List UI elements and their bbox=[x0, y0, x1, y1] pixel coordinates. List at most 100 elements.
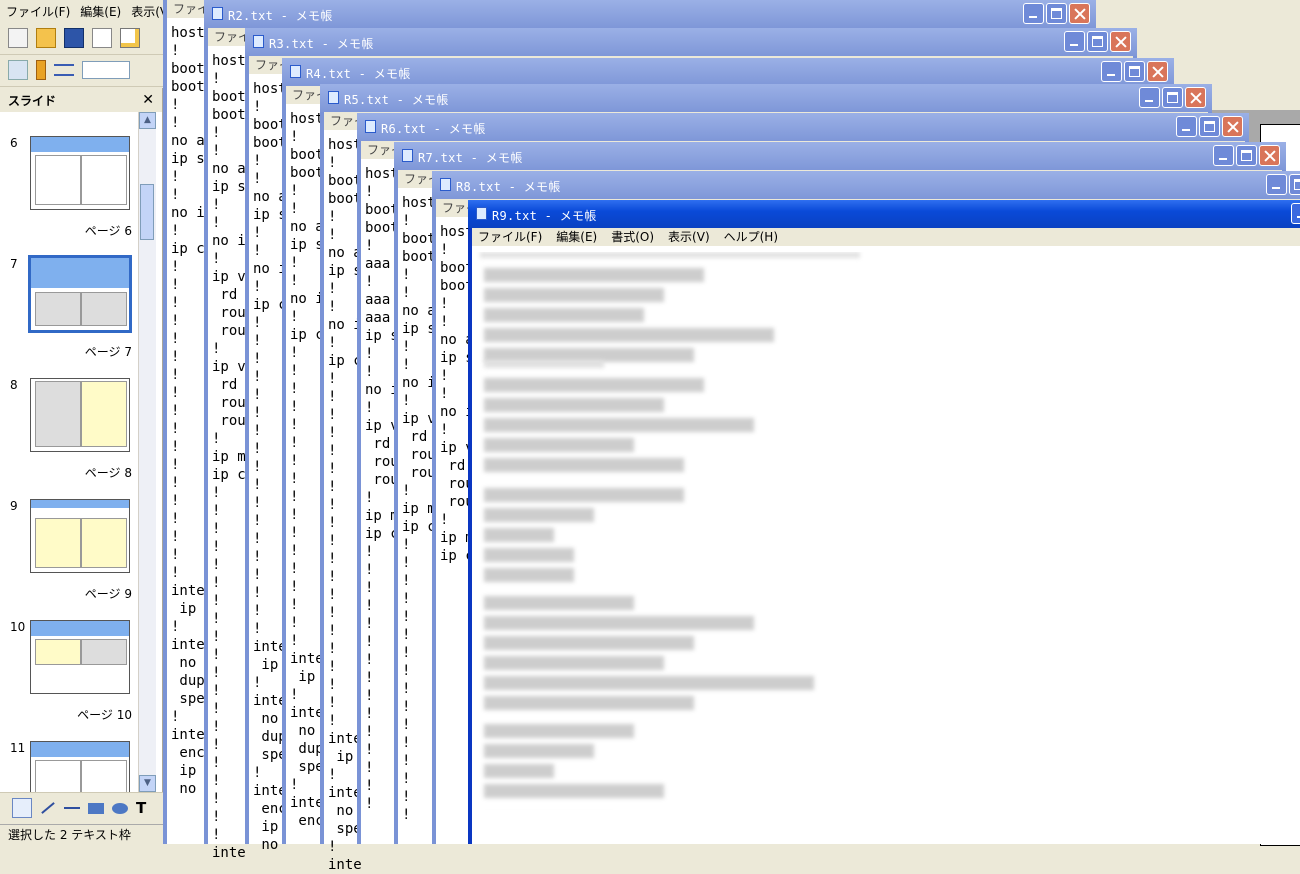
slide-item[interactable]: 10 ページ 10 bbox=[0, 620, 138, 741]
window-title: R2.txt - メモ帳 bbox=[228, 9, 333, 23]
slide-label: ページ 7 bbox=[84, 345, 132, 359]
close-icon[interactable] bbox=[1110, 31, 1131, 52]
slides-list: 6 ページ 6 7 ページ 7 8 ページ 8 9 ページ 9 10 ページ 1… bbox=[0, 112, 138, 792]
rectangle-tool-icon[interactable] bbox=[88, 802, 104, 814]
notepad-icon bbox=[290, 65, 301, 78]
scroll-down-icon[interactable]: ▼ bbox=[139, 775, 156, 792]
ellipse-tool-icon[interactable] bbox=[112, 802, 128, 814]
slide-item[interactable]: 6 ページ 6 bbox=[0, 136, 138, 257]
slide-item[interactable]: 8 ページ 8 bbox=[0, 378, 138, 499]
window-title: R3.txt - メモ帳 bbox=[269, 37, 374, 51]
standard-toolbar bbox=[0, 22, 178, 55]
notepad-text-area-blurred[interactable] bbox=[476, 252, 1300, 810]
notepad-window-r9[interactable]: R9.txt - メモ帳 ファイル(F) 編集(E) 書式(O) 表示(V) ヘ… bbox=[468, 200, 1300, 844]
slides-panel-title: スライド bbox=[8, 93, 57, 108]
maximize-icon[interactable] bbox=[1236, 145, 1257, 166]
text-tool-icon[interactable]: T bbox=[136, 799, 146, 817]
window-title: R9.txt - メモ帳 bbox=[492, 209, 597, 223]
close-icon[interactable] bbox=[1185, 87, 1206, 108]
slide-thumbnail[interactable] bbox=[28, 255, 132, 333]
maximize-icon[interactable] bbox=[1124, 61, 1145, 82]
title-bar[interactable]: R2.txt - メモ帳 bbox=[204, 0, 1096, 28]
maximize-icon[interactable] bbox=[1289, 174, 1300, 195]
slide-thumbnail[interactable] bbox=[30, 378, 130, 452]
notepad-icon bbox=[365, 120, 376, 133]
minimize-icon[interactable] bbox=[1064, 31, 1085, 52]
menu-view[interactable]: 表示(V) bbox=[668, 228, 710, 246]
maximize-icon[interactable] bbox=[1199, 116, 1220, 137]
window-title: R8.txt - メモ帳 bbox=[456, 180, 561, 194]
title-bar[interactable]: R3.txt - メモ帳 bbox=[245, 28, 1137, 56]
scroll-thumb[interactable] bbox=[140, 184, 154, 240]
title-bar[interactable]: R9.txt - メモ帳 bbox=[468, 200, 1300, 228]
window-title: R4.txt - メモ帳 bbox=[306, 67, 411, 81]
arrow-style-icon[interactable] bbox=[54, 64, 74, 76]
menu-help[interactable]: ヘルプ(H) bbox=[724, 228, 778, 246]
slide-thumbnail[interactable] bbox=[30, 741, 130, 792]
save-icon[interactable] bbox=[64, 28, 84, 48]
close-icon[interactable]: ✕ bbox=[142, 92, 154, 108]
slide-number: 8 bbox=[10, 378, 18, 392]
notepad-icon bbox=[328, 91, 339, 104]
line-tool-icon[interactable] bbox=[41, 802, 55, 814]
maximize-icon[interactable] bbox=[1087, 31, 1108, 52]
slide-label: ページ 10 bbox=[77, 708, 132, 722]
title-bar[interactable]: R4.txt - メモ帳 bbox=[282, 58, 1174, 86]
minimize-icon[interactable] bbox=[1101, 61, 1122, 82]
status-bar: 選択した 2 テキスト枠 bbox=[0, 824, 178, 845]
edit-file-icon[interactable] bbox=[120, 28, 140, 48]
menu-file[interactable]: ファイル(F) bbox=[478, 228, 542, 246]
minimize-icon[interactable] bbox=[1139, 87, 1160, 108]
arrow-tool-icon[interactable] bbox=[64, 807, 80, 809]
maximize-icon[interactable] bbox=[1162, 87, 1183, 108]
notepad-icon bbox=[476, 207, 487, 220]
title-bar[interactable]: R5.txt - メモ帳 bbox=[320, 84, 1212, 112]
minimize-icon[interactable] bbox=[1176, 116, 1197, 137]
menu-edit[interactable]: 編集(E) bbox=[556, 228, 597, 246]
select-arrow-icon[interactable] bbox=[12, 798, 32, 818]
minimize-icon[interactable] bbox=[1266, 174, 1287, 195]
slide-number: 11 bbox=[10, 741, 26, 755]
title-bar[interactable]: R7.txt - メモ帳 bbox=[394, 142, 1286, 170]
slides-panel: スライド ✕ 6 ページ 6 7 ページ 7 8 ページ 8 9 ページ 9 1… bbox=[0, 88, 163, 792]
slide-thumbnail[interactable] bbox=[30, 620, 130, 694]
close-icon[interactable] bbox=[1069, 3, 1090, 24]
minimize-icon[interactable] bbox=[1023, 3, 1044, 24]
slide-item[interactable]: 9 ページ 9 bbox=[0, 499, 138, 620]
window-title: R7.txt - メモ帳 bbox=[418, 151, 523, 165]
open-folder-icon[interactable] bbox=[36, 28, 56, 48]
menu-edit[interactable]: 編集(E) bbox=[80, 3, 121, 20]
slide-item-selected[interactable]: 7 ページ 7 bbox=[0, 255, 138, 378]
minimize-icon[interactable] bbox=[1213, 145, 1234, 166]
close-icon[interactable] bbox=[1222, 116, 1243, 137]
window-title: R6.txt - メモ帳 bbox=[381, 122, 486, 136]
email-icon[interactable] bbox=[92, 28, 112, 48]
menu-format[interactable]: 書式(O) bbox=[611, 228, 654, 246]
maximize-icon[interactable] bbox=[1046, 3, 1067, 24]
notepad-icon bbox=[440, 178, 451, 191]
close-icon[interactable] bbox=[1259, 145, 1280, 166]
slides-scrollbar[interactable]: ▲ ▼ bbox=[138, 112, 156, 792]
new-document-icon[interactable] bbox=[8, 28, 28, 48]
slide-label: ページ 8 bbox=[84, 466, 132, 480]
notepad-menubar: ファイル(F) 編集(E) 書式(O) 表示(V) ヘルプ(H) bbox=[472, 228, 1300, 246]
line-icon[interactable] bbox=[36, 60, 46, 80]
minimize-icon[interactable] bbox=[1291, 203, 1300, 224]
slide-item[interactable]: 11 bbox=[0, 741, 138, 792]
close-icon[interactable] bbox=[1147, 61, 1168, 82]
window-title: R5.txt - メモ帳 bbox=[344, 93, 449, 107]
scroll-up-icon[interactable]: ▲ bbox=[139, 112, 156, 129]
slides-panel-header: スライド ✕ bbox=[0, 88, 162, 112]
slide-thumbnail[interactable] bbox=[30, 136, 130, 210]
title-bar[interactable]: R8.txt - メモ帳 bbox=[432, 171, 1300, 199]
line-fill-toolbar bbox=[0, 54, 178, 87]
slide-label: ページ 6 bbox=[84, 224, 132, 238]
styles-icon[interactable] bbox=[8, 60, 28, 80]
notepad-icon bbox=[212, 7, 223, 20]
line-style-field[interactable] bbox=[82, 61, 130, 79]
notepad-icon bbox=[402, 149, 413, 162]
slide-number: 6 bbox=[10, 136, 18, 150]
menu-file[interactable]: ファイル(F) bbox=[6, 3, 70, 20]
title-bar[interactable]: R6.txt - メモ帳 bbox=[357, 113, 1249, 141]
slide-thumbnail[interactable] bbox=[30, 499, 130, 573]
